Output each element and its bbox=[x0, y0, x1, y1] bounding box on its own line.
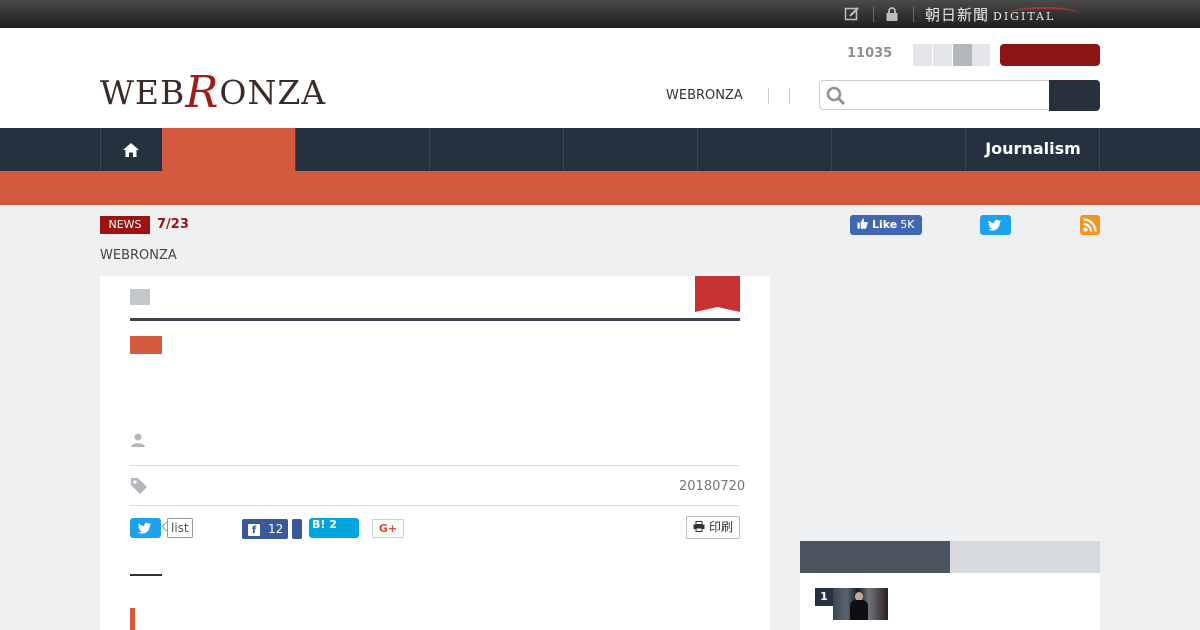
topbar-divider bbox=[913, 6, 914, 22]
share-facebook-count: 12 bbox=[268, 522, 284, 536]
nav-item[interactable] bbox=[563, 128, 697, 171]
breadcrumb[interactable]: WEBRONZA bbox=[100, 248, 177, 263]
news-date: 7/23 bbox=[157, 217, 189, 232]
tag-icon bbox=[130, 477, 148, 495]
share-hatena-count: 2 bbox=[329, 518, 337, 531]
logo-text-left: WEB bbox=[100, 73, 186, 112]
search-input[interactable] bbox=[819, 80, 1049, 110]
share-hatena-button[interactable]: B! 2 bbox=[309, 518, 359, 538]
nav-item-active[interactable] bbox=[162, 128, 295, 171]
search-icon bbox=[826, 86, 846, 106]
nav-item[interactable] bbox=[697, 128, 831, 171]
bookmark-icon[interactable] bbox=[695, 276, 740, 312]
facebook-like-button[interactable]: Like 5K bbox=[850, 215, 922, 235]
hatena-icon: B! bbox=[312, 518, 326, 531]
font-size-large-button[interactable] bbox=[953, 44, 972, 66]
author-icon bbox=[130, 432, 146, 448]
asahi-brand: 朝日新聞 bbox=[925, 6, 990, 24]
rss-button[interactable] bbox=[1080, 215, 1100, 235]
twitter-button[interactable] bbox=[980, 215, 1011, 235]
print-button[interactable]: 印刷 bbox=[686, 516, 740, 539]
nav-item[interactable] bbox=[831, 128, 965, 171]
subscribe-button[interactable] bbox=[1000, 44, 1100, 66]
ranking-tab-inactive[interactable] bbox=[950, 541, 1100, 573]
twitter-icon bbox=[137, 522, 152, 534]
home-icon bbox=[122, 142, 140, 158]
search-button[interactable] bbox=[1049, 80, 1100, 111]
ranking-thumbnail[interactable] bbox=[833, 588, 888, 620]
share-facebook-extra[interactable] bbox=[292, 519, 302, 539]
category-label bbox=[130, 289, 150, 305]
asahi-logo-arc bbox=[1010, 7, 1078, 19]
top-bar: 朝日新聞 DIGITAL bbox=[0, 0, 1200, 28]
share-facebook-button[interactable]: f 12 bbox=[242, 519, 288, 539]
share-twitter-button[interactable] bbox=[130, 518, 161, 538]
article-tag-label[interactable] bbox=[130, 336, 162, 354]
share-googleplus-button[interactable]: G+ bbox=[372, 519, 404, 538]
nav-item[interactable] bbox=[429, 128, 563, 171]
font-size-medium-button[interactable] bbox=[933, 44, 952, 66]
title-rule bbox=[130, 318, 740, 321]
logo-text-right: ONZA bbox=[219, 73, 327, 112]
rss-icon bbox=[1083, 218, 1097, 232]
article-card bbox=[100, 276, 770, 630]
header-link-divider bbox=[789, 88, 790, 104]
ranking-tab-active[interactable] bbox=[800, 541, 950, 573]
site-header: WEBRONZA 11035 WEBRONZA bbox=[0, 28, 1200, 128]
nav-item[interactable] bbox=[295, 128, 429, 171]
news-badge: NEWS bbox=[100, 216, 150, 234]
font-size-small-button[interactable] bbox=[913, 44, 932, 66]
logo-r-mark: R bbox=[185, 67, 220, 118]
article-date: 20180720 bbox=[679, 479, 746, 494]
lock-icon[interactable] bbox=[884, 6, 900, 22]
facebook-like-count: 5K bbox=[900, 218, 915, 231]
nav-item-journalism[interactable]: Journalism bbox=[966, 128, 1100, 171]
edit-icon[interactable] bbox=[844, 6, 860, 22]
divider bbox=[130, 505, 740, 506]
twitter-list-count[interactable]: list bbox=[167, 518, 193, 538]
header-link-webronza[interactable]: WEBRONZA bbox=[666, 88, 743, 103]
ranking-number: 1 bbox=[815, 588, 833, 606]
print-icon bbox=[693, 521, 705, 532]
font-size-xlarge-button[interactable] bbox=[972, 44, 990, 66]
thumbs-up-icon bbox=[857, 215, 868, 235]
facebook-icon: f bbox=[248, 524, 260, 536]
print-label: 印刷 bbox=[708, 520, 733, 534]
divider bbox=[130, 465, 740, 466]
topbar-divider bbox=[873, 6, 874, 22]
sub-nav-bar bbox=[0, 171, 1200, 205]
webronza-logo[interactable]: WEBRONZA bbox=[100, 64, 327, 118]
member-count: 11035 bbox=[847, 46, 893, 61]
section-dash bbox=[130, 574, 162, 576]
section-marker bbox=[130, 608, 135, 630]
twitter-icon bbox=[987, 219, 1002, 231]
header-link-divider bbox=[768, 88, 769, 104]
facebook-like-label: Like bbox=[872, 218, 898, 231]
